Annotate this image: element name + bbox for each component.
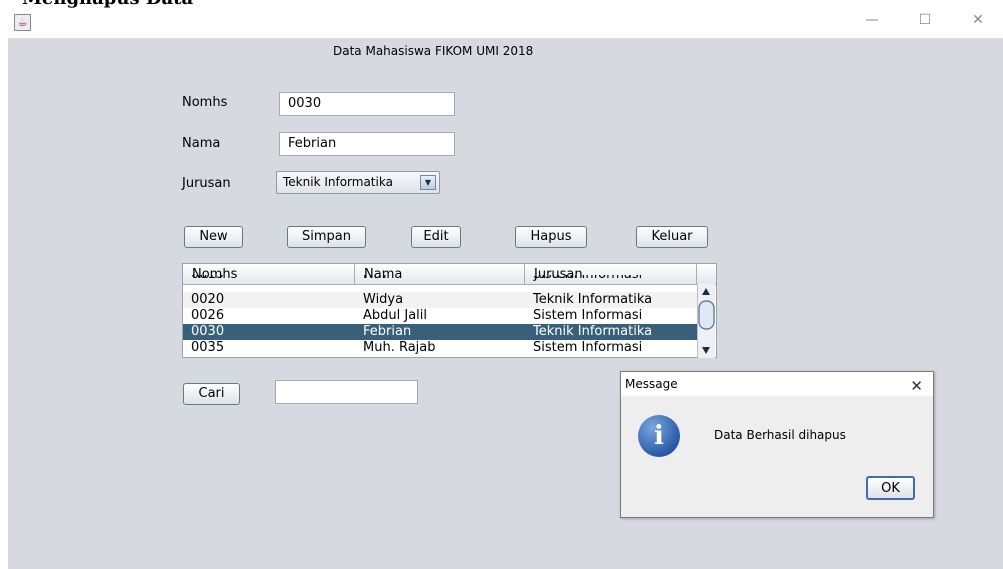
nama-field[interactable]: Febrian: [279, 132, 455, 156]
jurusan-selected-value: Teknik Informatika: [283, 175, 393, 189]
form-title: Data Mahasiswa FIKOM UMI 2018: [333, 44, 534, 58]
dialog-titlebar[interactable]: Message ✕: [621, 372, 933, 396]
cell-jurusan: Teknik Informatika: [533, 324, 653, 339]
scroll-up-arrow-icon[interactable]: [702, 288, 710, 295]
cell-nomhs: 0030: [191, 324, 225, 339]
table-row[interactable]: 0035 Muh. Rajab Sistem Informasi: [183, 340, 697, 356]
nama-label: Nama: [182, 136, 221, 151]
table-row[interactable]: 0020 Widya Teknik Informatika: [183, 292, 697, 308]
table-row[interactable]: 0026 Abdul Jalil Sistem Informasi: [183, 308, 697, 324]
dialog-message: Data Berhasil dihapus: [714, 428, 846, 442]
table-row-partial[interactable]: 0019 Fith Sistem Informasi: [183, 275, 697, 285]
cell-nama: Widya: [363, 292, 404, 307]
scroll-down-arrow-icon[interactable]: [702, 347, 710, 354]
cell-nomhs: 0026: [191, 308, 225, 323]
nomhs-field[interactable]: 0030: [279, 92, 455, 116]
dialog-title: Message: [625, 377, 678, 391]
cell-nama: Abdul Jalil: [363, 308, 428, 323]
dialog-close-icon[interactable]: ✕: [910, 374, 923, 398]
table-row-selected[interactable]: 0030 Febrian Teknik Informatika: [183, 324, 697, 340]
ok-button[interactable]: OK: [866, 476, 915, 500]
jurusan-select[interactable]: Teknik Informatika ▼: [276, 171, 440, 194]
message-dialog: Message ✕ i Data Berhasil dihapus OK: [620, 371, 934, 518]
info-icon: i: [638, 415, 680, 457]
cell-nama: Febrian: [363, 324, 412, 339]
cell-jurusan: Sistem Informasi: [533, 308, 643, 323]
cell-nomhs: 0019: [191, 275, 224, 283]
cari-button[interactable]: Cari: [183, 383, 240, 405]
table-scrollbar[interactable]: [697, 284, 715, 358]
cari-input[interactable]: [275, 380, 418, 404]
hapus-button[interactable]: Hapus: [515, 226, 587, 248]
cell-jurusan: Sistem Informasi: [533, 275, 642, 283]
cell-jurusan: Teknik Informatika: [533, 292, 653, 307]
simpan-button[interactable]: Simpan: [287, 226, 366, 248]
cell-nomhs: 0020: [191, 292, 225, 307]
table-header-corner: [697, 264, 716, 285]
scrollbar-thumb[interactable]: [698, 300, 715, 330]
cell-jurusan: Sistem Informasi: [533, 340, 643, 355]
close-window-button[interactable]: ✕: [958, 10, 998, 30]
jurusan-label: Jurusan: [182, 176, 231, 191]
new-button[interactable]: New: [184, 226, 243, 248]
chevron-down-icon[interactable]: ▼: [420, 175, 436, 190]
cell-nama: Fith: [363, 275, 386, 283]
cell-nama: Muh. Rajab: [363, 340, 436, 355]
nomhs-label: Nomhs: [182, 95, 228, 110]
maximize-button[interactable]: ☐: [905, 10, 945, 30]
edit-button[interactable]: Edit: [411, 226, 461, 248]
minimize-button[interactable]: —: [852, 10, 892, 30]
cell-nomhs: 0035: [191, 340, 225, 355]
mahasiswa-table: Nomhs Nama Jurusan 0019 Fith Sistem Info…: [182, 263, 717, 358]
keluar-button[interactable]: Keluar: [636, 226, 708, 248]
java-cup-icon: ☕: [14, 14, 31, 31]
